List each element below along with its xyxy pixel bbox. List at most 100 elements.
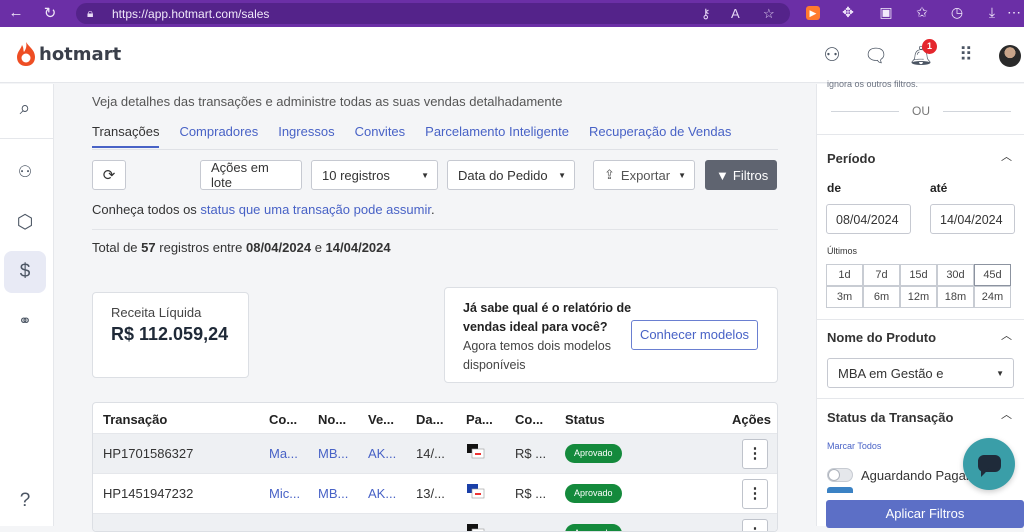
column-header[interactable]: Status: [565, 412, 605, 427]
column-header[interactable]: Da...: [416, 412, 443, 427]
search-icon[interactable]: ⌕: [4, 88, 46, 130]
row-actions-button[interactable]: ⋮: [742, 439, 768, 469]
export-button[interactable]: ⇪ Exportar ▼: [593, 160, 695, 190]
sales-tabs: Transações Compradores Ingressos Convite…: [92, 124, 751, 148]
community-icon[interactable]: ⚇: [820, 44, 844, 67]
tab-parcelamento[interactable]: Parcelamento Inteligente: [425, 124, 569, 148]
product-value: MBA em Gestão e: [838, 366, 944, 381]
period-heading[interactable]: Período: [827, 151, 875, 166]
quick-period-button[interactable]: 7d: [863, 264, 900, 286]
filters-button[interactable]: ▼ Filtros: [705, 160, 777, 190]
date-from-input[interactable]: 08/04/2024: [826, 204, 911, 234]
table-row[interactable]: HP1451947232 Mic... MB... AK... 13/... R…: [93, 473, 777, 513]
chevron-up-icon[interactable]: ︿: [1001, 406, 1012, 422]
history-icon[interactable]: ◷: [947, 4, 967, 21]
download-icon[interactable]: ⤓: [982, 4, 1002, 21]
notification-badge: 1: [922, 39, 937, 54]
records-select[interactable]: 10 registros ▼: [311, 160, 438, 190]
product-heading[interactable]: Nome do Produto: [827, 330, 936, 345]
sales-dollar-icon[interactable]: $: [4, 251, 46, 293]
buyer-link[interactable]: Mic...: [269, 486, 300, 501]
column-header[interactable]: Pa...: [466, 412, 493, 427]
select-all-link[interactable]: Marcar Todos: [827, 441, 881, 451]
tab-compradores[interactable]: Compradores: [179, 124, 258, 148]
extension-icon[interactable]: ▶: [806, 6, 820, 20]
quick-period-button[interactable]: 3m: [826, 286, 863, 308]
quick-period-button[interactable]: 45d: [974, 264, 1011, 286]
address-bar[interactable]: 🔒︎ https://app.hotmart.com/sales ⚷ A ☆: [76, 3, 790, 24]
tab-transacoes[interactable]: Transações: [92, 124, 160, 148]
help-icon[interactable]: ?: [4, 480, 46, 522]
partners-handshake-icon[interactable]: ⚭: [4, 301, 46, 343]
transaction-id[interactable]: HP1451947232: [103, 486, 193, 501]
quick-period-button[interactable]: 1d: [826, 264, 863, 286]
seller-link[interactable]: AK...: [368, 486, 396, 501]
date-type-select[interactable]: Data do Pedido ▼: [447, 160, 575, 190]
total-end-date: 14/04/2024: [325, 240, 391, 255]
messages-icon[interactable]: 🗨︎: [864, 44, 888, 68]
read-aloud-icon[interactable]: A: [731, 6, 740, 21]
avatar[interactable]: [999, 45, 1021, 67]
info-suffix: .: [430, 202, 435, 217]
status-toggle[interactable]: [827, 468, 853, 482]
quick-period-button[interactable]: 6m: [863, 286, 900, 308]
tab-ingressos[interactable]: Ingressos: [278, 124, 334, 148]
revenue-value: R$ 112.059,24: [111, 324, 229, 344]
bulk-actions-label: Ações em lote: [211, 160, 269, 190]
quick-period-button[interactable]: 15d: [900, 264, 937, 286]
users-icon[interactable]: ⚇: [4, 152, 46, 194]
tab-convites[interactable]: Convites: [355, 124, 406, 148]
favorite-star-icon[interactable]: ☆: [763, 6, 775, 22]
refresh-button[interactable]: ⟳: [92, 160, 126, 190]
reload-icon[interactable]: ↻: [40, 4, 60, 22]
more-icon[interactable]: ⋯: [1004, 4, 1024, 21]
quick-period-button[interactable]: 18m: [937, 286, 974, 308]
chat-support-button[interactable]: [963, 438, 1015, 490]
tab-recuperacao[interactable]: Recuperação de Vendas: [589, 124, 731, 148]
column-header[interactable]: Transação: [103, 412, 167, 427]
product-link[interactable]: MB...: [318, 486, 348, 501]
quick-period-button[interactable]: 12m: [900, 286, 937, 308]
apply-filters-button[interactable]: Aplicar Filtros: [826, 500, 1024, 528]
sidebar-divider: [0, 138, 54, 139]
product-link[interactable]: MB...: [318, 446, 348, 461]
bulk-actions-button[interactable]: Ações em lote: [200, 160, 302, 190]
chevron-up-icon[interactable]: ︿: [1001, 327, 1012, 343]
seller-link[interactable]: AK...: [368, 446, 396, 461]
status-info-link[interactable]: status que uma transação pode assumir: [200, 202, 431, 217]
date-to-input[interactable]: 14/04/2024: [930, 204, 1015, 234]
status-badge: Aprovado: [565, 524, 622, 531]
key-icon[interactable]: ⚷: [701, 6, 711, 22]
favorites-icon[interactable]: ✩: [912, 4, 932, 21]
column-header[interactable]: Ve...: [368, 412, 394, 427]
status-toggle[interactable]: [827, 487, 853, 493]
table-row[interactable]: HP1701586327 Ma... MB... AK... 14/... R$…: [93, 433, 777, 473]
status-info: Conheça todos os status que uma transaçã…: [92, 202, 435, 217]
buyer-link[interactable]: Ma...: [269, 446, 298, 461]
quick-period-button[interactable]: 24m: [974, 286, 1011, 308]
apps-grid-icon[interactable]: ⠿: [954, 44, 978, 67]
date-type-value: Data do Pedido: [458, 167, 548, 183]
row-actions-button[interactable]: ⋮: [742, 479, 768, 509]
products-box-icon[interactable]: ⬡: [4, 202, 46, 244]
column-header[interactable]: Co...: [515, 412, 543, 427]
brand-name: hotmart: [39, 43, 122, 65]
value-cell: R$ ...: [515, 486, 547, 501]
column-header[interactable]: No...: [318, 412, 346, 427]
quick-period-button[interactable]: 30d: [937, 264, 974, 286]
table-row[interactable]: Aprovado ⋮: [93, 513, 777, 531]
payment-method-icon: [467, 484, 485, 499]
extensions-puzzle-icon[interactable]: ✥: [838, 4, 858, 21]
left-sidebar: ⌕ ⚇ ⬡ $ ⚭ ?: [0, 84, 54, 526]
column-header[interactable]: Co...: [269, 412, 297, 427]
hotmart-logo[interactable]: hotmart: [16, 41, 121, 67]
back-icon[interactable]: ←: [6, 4, 26, 21]
revenue-label: Receita Líquida: [111, 305, 202, 320]
status-heading[interactable]: Status da Transação: [827, 410, 953, 425]
product-select[interactable]: MBA em Gestão e ▼: [827, 358, 1014, 388]
know-models-button[interactable]: Conhecer modelos: [631, 320, 758, 350]
split-screen-icon[interactable]: ▣: [876, 4, 896, 21]
chevron-up-icon[interactable]: ︿: [1001, 148, 1012, 164]
transaction-id[interactable]: HP1701586327: [103, 446, 193, 461]
tabs-underline: [92, 149, 778, 150]
